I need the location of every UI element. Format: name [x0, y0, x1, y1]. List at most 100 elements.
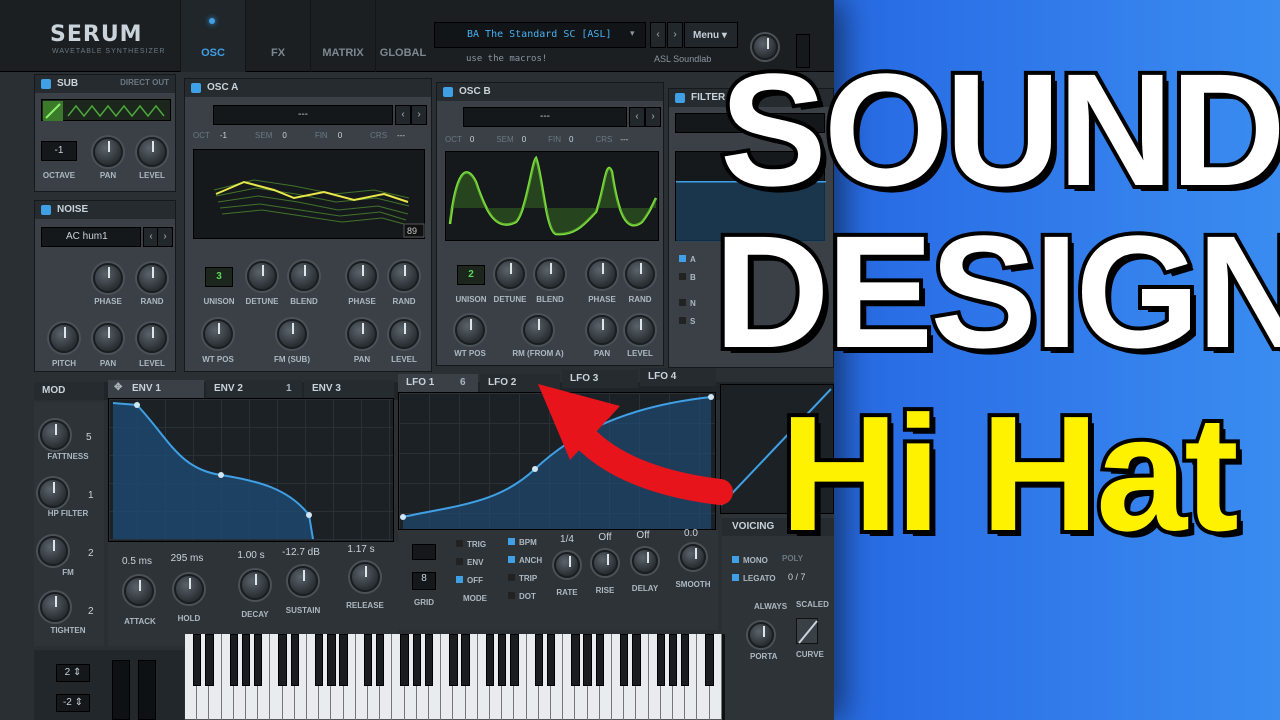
osc-a-pitch-params[interactable]: OCT -1 SEM 0 FIN 0 CRS --- [193, 131, 425, 147]
porta-scaled-toggle[interactable]: SCALED [796, 600, 829, 609]
black-key[interactable] [339, 634, 348, 686]
mod-wheel[interactable] [138, 660, 156, 720]
black-key[interactable] [619, 634, 629, 686]
macro2-label[interactable]: HP FILTER [38, 509, 98, 518]
osc-a-phase-knob[interactable] [347, 261, 377, 291]
noise-sample-select[interactable]: AC hum1 [41, 227, 141, 247]
tab-global[interactable]: GLOBAL [375, 0, 430, 72]
black-key[interactable] [375, 634, 385, 686]
pitch-wheel[interactable] [112, 660, 130, 720]
osc-b-detune-knob[interactable] [495, 259, 525, 289]
black-key[interactable] [510, 634, 519, 686]
black-key[interactable] [705, 634, 714, 686]
tab-env1[interactable]: ✥ ENV 1 [108, 380, 204, 398]
lfo-rate-knob[interactable] [554, 552, 580, 578]
pitch-bend-down[interactable]: -2 ⇕ [56, 694, 90, 712]
black-key[interactable] [583, 634, 592, 686]
sub-octave-value[interactable]: -1 [41, 141, 77, 161]
lfo-grid-value[interactable]: 8 [412, 572, 436, 590]
osc-b-rm-knob[interactable] [523, 315, 553, 345]
osc-b-enable-toggle[interactable] [443, 87, 453, 97]
osc-b-prev-icon[interactable]: ‹ [629, 107, 645, 127]
black-key[interactable] [571, 634, 580, 686]
lfo-mode-env[interactable]: ENV [456, 558, 483, 567]
tab-env3[interactable]: ENV 3 [304, 380, 394, 398]
osc-a-level-knob[interactable] [389, 319, 419, 349]
osc-a-next-icon[interactable]: › [411, 105, 427, 125]
osc-b-pitch-params[interactable]: OCT 0 SEM 0 FIN 0 CRS --- [445, 135, 659, 149]
filter-route-n[interactable]: N [679, 299, 696, 308]
osc-b-unison-voices[interactable]: 2 [457, 265, 485, 285]
osc-a-pan-knob[interactable] [347, 319, 377, 349]
black-key[interactable] [595, 634, 605, 686]
black-key[interactable] [205, 634, 214, 686]
sub-level-knob[interactable] [137, 137, 167, 167]
black-key[interactable] [253, 634, 263, 686]
tab-env2[interactable]: ENV 21 [206, 380, 302, 398]
osc-a-enable-toggle[interactable] [191, 83, 201, 93]
next-preset-icon[interactable]: › [667, 22, 683, 48]
porta-always-toggle[interactable]: ALWAYS [754, 602, 787, 611]
macro3-knob[interactable] [38, 536, 68, 566]
black-key[interactable] [546, 634, 556, 686]
macro1-knob[interactable] [40, 420, 70, 450]
black-key[interactable] [290, 634, 300, 686]
lfo-bpm-toggle[interactable]: BPM [508, 538, 537, 547]
lfo-trip-toggle[interactable]: TRIP [508, 574, 537, 583]
hold-knob[interactable] [174, 574, 204, 604]
porta-knob[interactable] [748, 622, 774, 648]
black-key[interactable] [632, 634, 641, 686]
noise-next-icon[interactable]: › [157, 227, 173, 247]
black-key[interactable] [656, 634, 666, 686]
filter-enable-toggle[interactable] [675, 93, 685, 103]
osc-a-wtpos-knob[interactable] [203, 319, 233, 349]
osc-a-fm-knob[interactable] [277, 319, 307, 349]
lfo-rise-knob[interactable] [592, 550, 618, 576]
black-key[interactable] [278, 634, 287, 686]
osc-b-blend-knob[interactable] [535, 259, 565, 289]
black-key[interactable] [400, 634, 409, 686]
pitch-bend-up[interactable]: 2 ⇕ [56, 664, 90, 682]
osc-a-prev-icon[interactable]: ‹ [395, 105, 411, 125]
sub-enable-toggle[interactable] [41, 79, 51, 89]
sustain-knob[interactable] [288, 566, 318, 596]
osc-a-unison-voices[interactable]: 3 [205, 267, 233, 287]
direct-out-toggle[interactable]: DIRECT OUT [120, 78, 169, 87]
noise-pitch-knob[interactable] [49, 323, 79, 353]
attack-knob[interactable] [124, 576, 154, 606]
black-key[interactable] [327, 634, 336, 686]
noise-pan-knob[interactable] [93, 323, 123, 353]
osc-b-phase-knob[interactable] [587, 259, 617, 289]
osc-a-detune-knob[interactable] [247, 261, 277, 291]
osc-b-next-icon[interactable]: › [645, 107, 661, 127]
noise-enable-toggle[interactable] [41, 205, 51, 215]
filter-route-b[interactable]: B [679, 273, 696, 282]
black-key[interactable] [461, 634, 470, 686]
black-key[interactable] [241, 634, 251, 686]
sub-waveform-selector[interactable] [41, 99, 171, 121]
filter-route-s[interactable]: S [679, 317, 695, 326]
voice-count[interactable]: 0 / 7 [788, 572, 806, 582]
black-key[interactable] [497, 634, 507, 686]
black-key[interactable] [668, 634, 678, 686]
macro1-label[interactable]: FATTNESS [38, 452, 98, 461]
osc-a-wavetable-select[interactable]: --- [213, 105, 393, 125]
preset-name[interactable]: BA The Standard SC [ASL] [434, 22, 646, 48]
lfo-mode-trig[interactable]: TRIG [456, 540, 486, 549]
tab-fx[interactable]: FX [245, 0, 310, 72]
black-key[interactable] [534, 634, 544, 686]
osc-b-wavetable-select[interactable]: --- [463, 107, 627, 127]
decay-knob[interactable] [240, 570, 270, 600]
black-key[interactable] [363, 634, 373, 686]
sub-pan-knob[interactable] [93, 137, 123, 167]
tab-lfo1[interactable]: LFO 16 [398, 374, 478, 392]
black-key[interactable] [449, 634, 458, 686]
osc-b-pan-knob[interactable] [587, 315, 617, 345]
lfo-smooth-knob[interactable] [680, 544, 706, 570]
piano-keyboard[interactable] [185, 634, 725, 720]
black-key[interactable] [229, 634, 239, 686]
legato-toggle[interactable]: LEGATO [732, 574, 776, 583]
tab-osc[interactable]: OSC [180, 0, 245, 72]
black-key[interactable] [412, 634, 422, 686]
lfo-dot-toggle[interactable]: DOT [508, 592, 536, 601]
